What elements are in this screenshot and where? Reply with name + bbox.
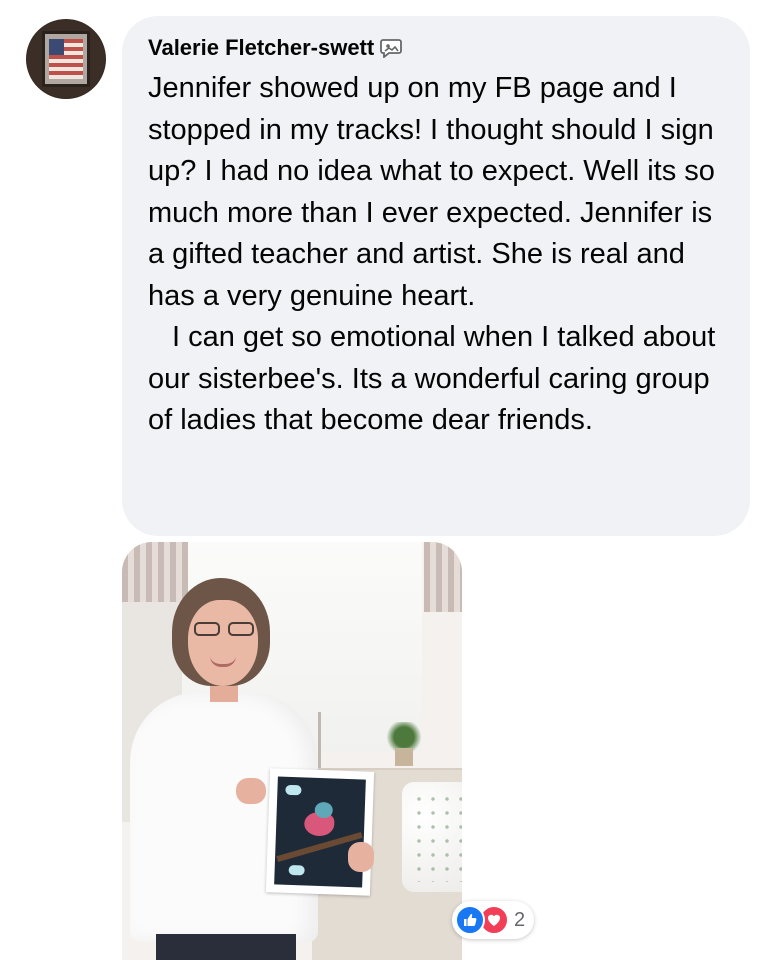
comment-photo-attachment[interactable] [122, 542, 462, 960]
reaction-count: 2 [514, 908, 526, 931]
photo-person-pants [156, 934, 296, 960]
photo-person-hand-left [236, 778, 266, 804]
glasses-lens-left [194, 622, 220, 636]
artwork-bird [303, 811, 335, 837]
plant-pot [395, 748, 413, 766]
comment-author-name[interactable]: Valerie Fletcher-swett [148, 35, 374, 61]
speech-bubble-badge-icon [380, 37, 403, 59]
photo-person-face [188, 600, 258, 686]
like-icon [455, 905, 485, 935]
artwork-cloud [285, 784, 302, 796]
comment-author-row: Valerie Fletcher-swett [148, 34, 724, 62]
photo-plant [384, 722, 424, 768]
comment-bubble: Valerie Fletcher-swett Jennifer showed u… [122, 16, 750, 536]
avatar-flag-artwork [49, 39, 83, 79]
photo-bird-artwork [265, 768, 375, 896]
comment-paragraph: Jennifer showed up on my FB page and I s… [148, 72, 715, 312]
comment-body: Jennifer showed up on my FB page and I s… [148, 68, 724, 442]
comment-paragraph: I can get so emotional when I talked abo… [148, 321, 716, 436]
photo-person-glasses [192, 622, 256, 638]
avatar-picture-frame [42, 31, 90, 87]
avatar[interactable] [26, 19, 106, 99]
artwork-cloud [288, 864, 305, 876]
pillow-pattern [412, 792, 462, 882]
photo-pillow [402, 782, 462, 892]
photo-curtain-right [424, 542, 462, 612]
photo-curtain-left [122, 542, 188, 602]
glasses-lens-right [228, 622, 254, 636]
reaction-summary[interactable]: 2 [452, 901, 535, 939]
photo-person-hand-right [348, 842, 374, 872]
photo-lamp [318, 712, 339, 772]
artwork-canvas [274, 776, 366, 888]
